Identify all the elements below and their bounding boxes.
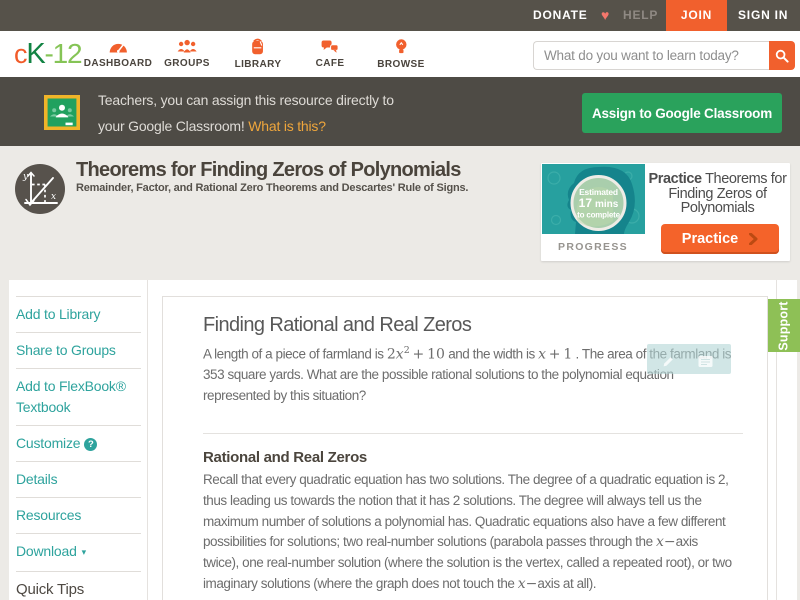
math-token: 2 bbox=[386, 346, 396, 363]
library-icon bbox=[252, 38, 264, 55]
text-run: imaginary solutions (where the graph doe… bbox=[203, 575, 518, 591]
sidebar-item-add-to-library[interactable]: Add to Library bbox=[16, 297, 141, 333]
text-run: maximum number of solutions a polynomial… bbox=[203, 513, 726, 529]
text-run: twice), one real-number solution (where … bbox=[203, 555, 732, 571]
text-line: maximum number of solutions a polynomial… bbox=[203, 512, 732, 533]
sidebar-item-details[interactable]: Details bbox=[16, 462, 141, 498]
text-line: possibilities for solutions; two real-nu… bbox=[203, 532, 732, 553]
subsection-heading: Rational and Real Zeros bbox=[203, 449, 367, 466]
google-classroom-message: Teachers, you can assign this resource d… bbox=[98, 92, 394, 134]
note-icon[interactable] bbox=[698, 355, 713, 368]
annotation-popover bbox=[647, 344, 731, 374]
math-token: + 1 bbox=[546, 346, 573, 363]
practice-button[interactable]: Practice bbox=[661, 224, 779, 254]
sidebar-item-customize[interactable]: Customize? bbox=[16, 426, 141, 462]
text-line: imaginary solutions (where the graph doe… bbox=[203, 574, 732, 595]
text-line: Recall that every quadratic equation has… bbox=[203, 470, 732, 491]
google-classroom-icon bbox=[44, 95, 80, 130]
text-run: and the width is bbox=[444, 346, 539, 362]
nav-item-dashboard[interactable]: DASHBOARD bbox=[84, 38, 153, 69]
help-link[interactable]: HELP bbox=[623, 9, 658, 22]
section-heading: Finding Rational and Real Zeros bbox=[203, 314, 472, 336]
nav-item-cafe[interactable]: CAFE bbox=[316, 38, 345, 69]
lesson-header: y x Theorems for Finding Zeros of Polyno… bbox=[0, 146, 800, 280]
browse-icon bbox=[395, 39, 407, 54]
practice-title: Practice Theorems for Finding Zeros of P… bbox=[648, 171, 787, 217]
badge-minutes-unit: mins bbox=[595, 199, 619, 210]
support-tab[interactable]: Support bbox=[768, 299, 800, 352]
axis-y-label: y bbox=[22, 172, 29, 182]
sidebar-item-add-to-flexbook[interactable]: Add to FlexBook® Textbook bbox=[16, 369, 141, 426]
donate-link[interactable]: DONATE bbox=[533, 9, 588, 22]
search-input[interactable] bbox=[533, 41, 769, 70]
math-token: − bbox=[525, 575, 538, 592]
nav-item-groups[interactable]: GROUPS bbox=[164, 38, 210, 69]
concept-graph-icon: y x bbox=[15, 164, 65, 214]
sidebar-divider bbox=[147, 280, 148, 600]
search-button[interactable] bbox=[769, 41, 795, 70]
text-run: axis at all). bbox=[537, 575, 597, 591]
google-classroom-banner: Teachers, you can assign this resource d… bbox=[0, 77, 800, 146]
sidebar-menu: Add to Library Share to Groups Add to Fl… bbox=[16, 296, 141, 600]
practice-card: Estimated 17 mins to complete PROGRESS Pr… bbox=[541, 163, 790, 261]
section-divider bbox=[203, 433, 743, 434]
math-token: x bbox=[538, 346, 547, 363]
sidebar-item-resources[interactable]: Resources bbox=[16, 498, 141, 534]
highlighter-icon[interactable] bbox=[662, 355, 675, 368]
assign-to-google-classroom-button[interactable]: Assign to Google Classroom bbox=[582, 93, 782, 133]
ck12-logo[interactable]: cK-12 bbox=[14, 40, 83, 69]
text-run: A length of a piece of farmland is bbox=[203, 346, 387, 362]
top-bar: DONATE ♥ HELP JOIN SIGN IN bbox=[0, 0, 800, 31]
caret-down-icon: ▾ bbox=[81, 547, 87, 557]
axis-x-label: x bbox=[51, 192, 56, 202]
math-token: x bbox=[655, 534, 664, 551]
nav-item-library[interactable]: LIBRARY bbox=[235, 38, 282, 70]
text-run: possibilities for solutions; two real-nu… bbox=[203, 534, 656, 550]
sidebar-item-share-to-groups[interactable]: Share to Groups bbox=[16, 333, 141, 369]
text-run: axis bbox=[675, 534, 699, 550]
text-line: thus leading us towards the notion that … bbox=[203, 491, 732, 512]
text-line: represented by this situation? bbox=[203, 386, 731, 407]
badge-minutes: 17 bbox=[579, 196, 593, 210]
lesson-subtitle: Remainder, Factor, and Rational Zero The… bbox=[76, 182, 469, 194]
sidebar-item-download[interactable]: Download ▾ bbox=[16, 534, 141, 572]
math-token: x bbox=[517, 575, 526, 592]
body-paragraph: Recall that every quadratic equation has… bbox=[203, 470, 732, 595]
join-button[interactable]: JOIN bbox=[666, 0, 727, 31]
heart-icon: ♥ bbox=[601, 7, 610, 23]
math-token: x bbox=[395, 346, 404, 363]
text-line: twice), one real-number solution (where … bbox=[203, 553, 732, 574]
lesson-title: Theorems for Finding Zeros of Polynomial… bbox=[76, 159, 461, 181]
text-run: represented by this situation? bbox=[203, 387, 366, 403]
dashboard-icon bbox=[109, 43, 127, 53]
sign-in-link[interactable]: SIGN IN bbox=[738, 9, 788, 22]
what-is-this-link[interactable]: What is this? bbox=[248, 118, 326, 134]
practice-thumbnail[interactable]: Estimated 17 mins to complete bbox=[542, 164, 645, 234]
groups-icon bbox=[177, 39, 197, 53]
math-token: + 10 bbox=[409, 346, 445, 363]
badge-line3: to complete bbox=[577, 211, 620, 220]
help-question-icon[interactable]: ? bbox=[84, 438, 98, 451]
svg-text:17mins: 17 mins bbox=[579, 196, 619, 210]
nav-item-browse[interactable]: BROWSE bbox=[377, 38, 424, 70]
search-icon bbox=[775, 49, 789, 63]
progress-label: PROGRESS bbox=[558, 241, 628, 253]
cafe-icon bbox=[321, 40, 339, 53]
math-token: − bbox=[663, 534, 676, 551]
text-run: 353 square yards. What are the possible … bbox=[203, 367, 674, 383]
text-run: thus leading us towards the notion that … bbox=[203, 492, 702, 508]
nav-bar: cK-12 DASHBOARD GROUPS LIBRARY CAFE BROW… bbox=[0, 31, 800, 77]
text-run: Recall that every quadratic equation has… bbox=[203, 472, 729, 487]
sidebar-item-quick-tips[interactable]: Quick Tips bbox=[16, 572, 141, 600]
search-bar bbox=[533, 41, 795, 70]
chevron-right-icon bbox=[749, 233, 758, 245]
